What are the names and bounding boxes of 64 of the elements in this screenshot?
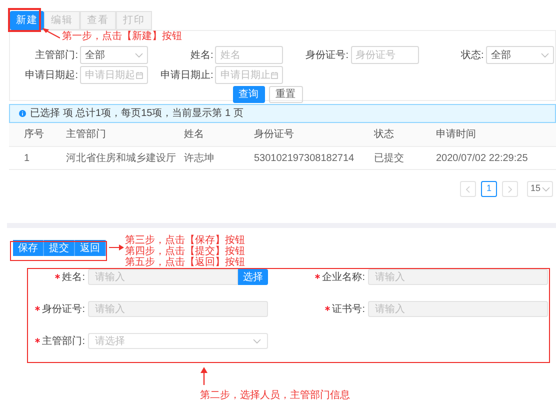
date-field[interactable]: 申请日期起: [80, 66, 148, 84]
form-toolbar-button[interactable]: 返回: [75, 240, 106, 256]
arrow-icon: [42, 28, 60, 39]
column-header: 序号: [24, 128, 45, 142]
next-page-button[interactable]: [502, 181, 518, 197]
page-button[interactable]: 1: [481, 181, 497, 197]
query-button[interactable]: 查询: [232, 86, 264, 103]
field-label: 状态:: [460, 48, 484, 62]
calendar-icon: [271, 72, 278, 78]
column-header: 主管部门: [66, 128, 107, 142]
input-field[interactable]: 身份证号: [350, 46, 418, 64]
select-field[interactable]: 全部: [80, 46, 148, 64]
input-field[interactable]: 请输入: [88, 269, 238, 285]
toolbar-button[interactable]: 新建: [10, 11, 44, 30]
annotation-text: 第一步，点击【新建】按钮: [62, 31, 182, 42]
input-field[interactable]: 请输入: [368, 301, 548, 317]
highlight-frame: [8, 8, 41, 32]
arrow-icon: [200, 367, 208, 385]
field-label: 姓名:: [10, 270, 85, 284]
field-label: 主管部门:: [34, 48, 78, 62]
input-field[interactable]: 姓名: [215, 46, 284, 64]
chevron-down-icon: [135, 52, 143, 58]
alert-text: 已选择 项 总计1项，每页15项，当前显示第 1 页: [30, 106, 244, 121]
reset-button[interactable]: 重置: [268, 86, 302, 103]
input-field[interactable]: 请输入: [368, 269, 548, 285]
table-cell-text: 已提交: [374, 152, 405, 166]
annotation-text: 第三步，点击【保存】按钮: [125, 235, 245, 246]
chevron-down-icon: [253, 338, 261, 344]
info-icon: [19, 110, 26, 117]
chevron-down-icon: [542, 186, 550, 192]
column-header: 身份证号: [254, 128, 295, 142]
chevron-left-icon: [466, 186, 470, 192]
table-cell-text: 许志坤: [184, 152, 215, 166]
chevron-down-icon: [540, 52, 549, 58]
input-field[interactable]: 请输入: [88, 301, 268, 317]
arrow-icon: [109, 244, 124, 251]
column-header: 姓名: [184, 128, 205, 142]
field-label: 姓名:: [189, 48, 214, 62]
field-label: 身份证号:: [304, 48, 348, 62]
table-cell-text: 2020/07/02 22:29:25: [436, 152, 529, 166]
table-cell-text: 1: [24, 152, 31, 166]
calendar-icon: [136, 72, 143, 78]
column-header: 状态: [374, 128, 395, 142]
previous-page-button[interactable]: [460, 181, 476, 197]
field-label: 申请日期止:: [159, 68, 214, 82]
table-cell-text: 530102197308182714: [254, 152, 356, 166]
form-toolbar-button[interactable]: 保存: [13, 240, 44, 256]
date-field[interactable]: 申请日期止: [215, 66, 284, 84]
field-label: 主管部门:: [10, 334, 85, 348]
field-label: 身份证号:: [10, 302, 85, 316]
form-toolbar-button[interactable]: 提交: [44, 240, 75, 256]
select-field[interactable]: 请选择: [88, 333, 268, 349]
field-label: 申请日期起:: [24, 68, 78, 82]
select-button[interactable]: 选择: [238, 269, 268, 285]
chevron-right-icon: [508, 186, 512, 192]
annotation-text: 第二步，选择人员，主管部门信息: [200, 388, 350, 403]
page-size-select[interactable]: 15: [527, 181, 553, 197]
table-cell-text: 河北省住房和城乡建设厅: [66, 152, 177, 166]
column-header: 申请时间: [436, 128, 477, 142]
select-field[interactable]: 全部: [486, 46, 554, 64]
field-label: 证书号:: [290, 302, 365, 316]
annotation-text: 第四步，点击【提交】按钮: [125, 246, 245, 257]
field-label: 企业名称:: [290, 270, 365, 284]
annotation-text: 第五步，点击【返回】按钮: [125, 257, 245, 268]
